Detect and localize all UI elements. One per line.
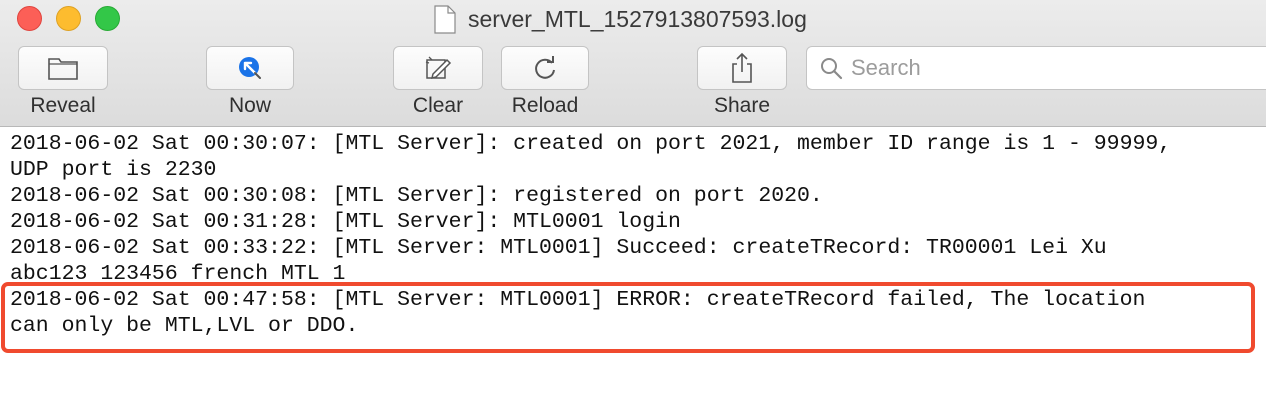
window-title-text: server_MTL_1527913807593.log bbox=[468, 5, 807, 32]
folder-icon bbox=[48, 58, 78, 80]
share-tool[interactable]: Share bbox=[697, 46, 787, 122]
log-line: 2018-06-02 Sat 00:31:28: [MTL Server]: M… bbox=[10, 210, 681, 234]
error-highlight-box bbox=[1, 282, 1255, 353]
share-button[interactable] bbox=[697, 46, 787, 90]
document-icon bbox=[434, 4, 456, 34]
share-icon bbox=[732, 52, 752, 83]
now-tool[interactable]: Now bbox=[206, 46, 294, 122]
log-line: UDP port is 2230 bbox=[10, 158, 217, 182]
log-content[interactable]: 2018-06-02 Sat 00:30:07: [MTL Server]: c… bbox=[0, 128, 1266, 406]
log-line: 2018-06-02 Sat 00:30:08: [MTL Server]: r… bbox=[10, 184, 823, 208]
zoom-window-button[interactable] bbox=[95, 6, 120, 31]
clear-tool[interactable]: Clear bbox=[393, 46, 483, 122]
close-window-button[interactable] bbox=[17, 6, 42, 31]
clear-icon bbox=[425, 56, 452, 80]
log-line: 2018-06-02 Sat 00:30:07: [MTL Server]: c… bbox=[10, 132, 1172, 156]
title-bar: server_MTL_1527913807593.log Reveal Now bbox=[0, 0, 1266, 127]
reload-icon bbox=[535, 56, 555, 79]
search-field[interactable] bbox=[806, 46, 1266, 90]
now-button[interactable] bbox=[206, 46, 294, 90]
now-label: Now bbox=[228, 94, 271, 117]
reload-label: Reload bbox=[511, 94, 579, 117]
reveal-label: Reveal bbox=[30, 94, 96, 117]
share-label: Share bbox=[713, 94, 771, 117]
search-icon bbox=[821, 58, 843, 80]
reveal-tool[interactable]: Reveal bbox=[18, 46, 108, 122]
minimize-window-button[interactable] bbox=[56, 6, 81, 31]
window-title: server_MTL_1527913807593.log bbox=[434, 3, 807, 35]
log-line: 2018-06-02 Sat 00:33:22: [MTL Server: MT… bbox=[10, 236, 1107, 260]
search-input[interactable] bbox=[851, 55, 1231, 81]
clear-button[interactable] bbox=[393, 46, 483, 90]
reveal-button[interactable] bbox=[18, 46, 108, 90]
jump-to-now-icon bbox=[239, 57, 261, 79]
reload-tool[interactable]: Reload bbox=[501, 46, 589, 122]
reload-button[interactable] bbox=[501, 46, 589, 90]
